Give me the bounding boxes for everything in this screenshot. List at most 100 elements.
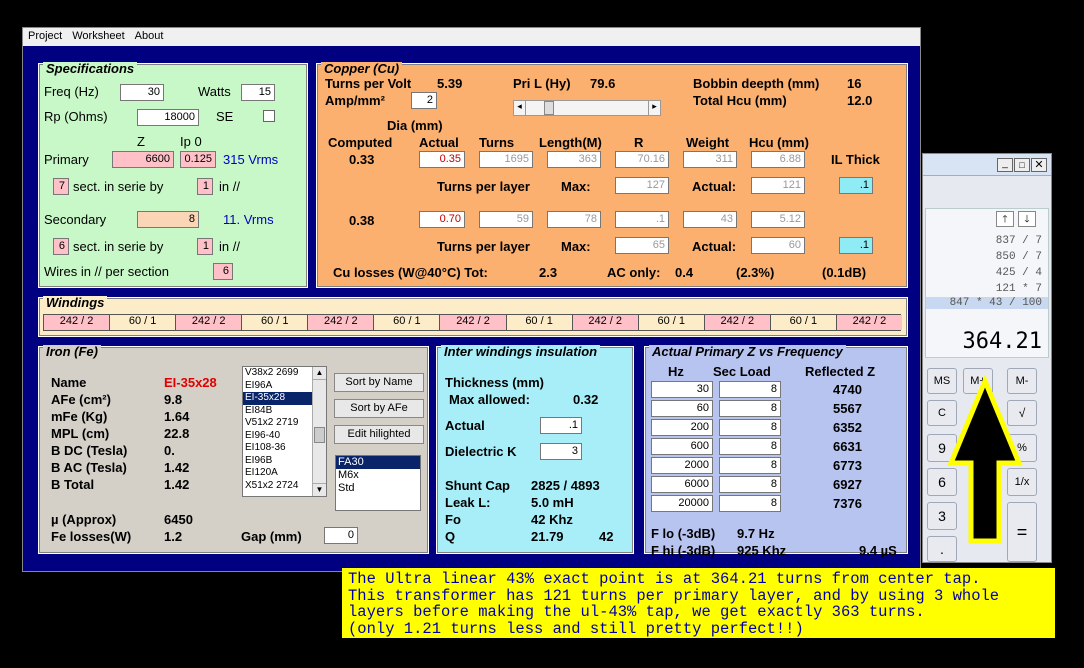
iron-bac-label: B AC (Tesla) (51, 460, 127, 475)
winding-cell[interactable]: 60 / 1 (242, 315, 309, 330)
iron-mpl-value: 22.8 (164, 426, 190, 441)
winding-cell[interactable]: 242 / 2 (44, 315, 111, 330)
material-item[interactable]: M6x (336, 469, 420, 482)
note-line: The Ultra linear 43% exact point is at 3… (348, 570, 981, 588)
primary-par-field[interactable]: 1 (197, 178, 213, 195)
history-item[interactable]: 837 / 7 (996, 235, 1042, 247)
load-field[interactable]: 8 (719, 495, 781, 512)
ac-pct: (2.3%) (736, 265, 775, 280)
history-item[interactable]: 425 / 4 (996, 267, 1042, 279)
minimize-icon[interactable]: _ (997, 158, 1013, 172)
amp-label: Amp/mm² (325, 93, 385, 108)
arrow-down-icon[interactable]: 🡓 (1018, 211, 1036, 227)
ip0-label: Ip 0 (180, 134, 202, 149)
hz-field[interactable]: 2000 (651, 457, 713, 474)
reflected-z: 6352 (833, 420, 862, 435)
load-field[interactable]: 8 (719, 400, 781, 417)
menu-about[interactable]: About (130, 28, 169, 44)
hz-field[interactable]: 30 (651, 381, 713, 398)
pril-slider[interactable]: ◂ ▸ (513, 100, 661, 116)
rise-value: 9.4 µS (859, 543, 897, 558)
winding-cell[interactable]: 60 / 1 (374, 315, 441, 330)
z-frequency-panel: Actual Primary Z vs Frequency Hz Sec Loa… (644, 345, 908, 558)
secondary-par-field[interactable]: 1 (197, 238, 213, 255)
hcu-value: 12.0 (847, 93, 873, 108)
material-item-selected[interactable]: FA30 (336, 456, 420, 469)
arrow-left-icon[interactable]: ◂ (514, 101, 526, 115)
menu-project[interactable]: Project (23, 28, 67, 44)
load-field[interactable]: 8 (719, 476, 781, 493)
close-icon[interactable]: ✕ (1031, 158, 1047, 172)
primary-ip0-field: 0.125 (180, 151, 216, 168)
turns-label: Turns (479, 135, 515, 150)
sec-load-label: Sec Load (713, 364, 771, 379)
actual-1-field[interactable]: 0.35 (419, 151, 465, 168)
arrow-up-icon[interactable]: ▲ (313, 367, 326, 380)
edit-hilighted-button[interactable]: Edit hilighted (334, 425, 424, 444)
dk-field[interactable]: 3 (540, 443, 582, 460)
scroll-thumb[interactable] (314, 427, 325, 443)
hcu-1-field: 6.88 (751, 151, 805, 168)
panel-title: Copper (Cu) (321, 62, 403, 76)
history-item-selected[interactable]: 847 * 43 / 100 (926, 297, 1048, 309)
material-item[interactable]: Std (336, 482, 420, 495)
rp-field[interactable]: 18000 (137, 109, 199, 126)
gap-field[interactable]: 0 (324, 527, 358, 544)
winding-cell[interactable]: 242 / 2 (572, 315, 639, 330)
sect-label: sect. in serie by (73, 239, 164, 254)
il-2-field[interactable]: .1 (839, 237, 873, 254)
wires-field[interactable]: 6 (213, 263, 233, 280)
history-item[interactable]: 850 / 7 (996, 251, 1042, 263)
hz-field[interactable]: 6000 (651, 476, 713, 493)
winding-cell[interactable]: 60 / 1 (770, 315, 837, 330)
secondary-sect-field[interactable]: 6 (53, 238, 69, 255)
secondary-vrms: 11. Vrms (223, 212, 274, 227)
winding-cell[interactable]: 242 / 2 (836, 315, 903, 330)
winding-cell[interactable]: 242 / 2 (176, 315, 243, 330)
slider-thumb[interactable] (544, 101, 554, 115)
load-field[interactable]: 8 (719, 438, 781, 455)
ins-actual-field[interactable]: .1 (540, 417, 582, 434)
panel-title: Windings (43, 296, 108, 310)
hz-field[interactable]: 20000 (651, 495, 713, 512)
secondary-z-field[interactable]: 8 (137, 211, 199, 228)
load-field[interactable]: 8 (719, 457, 781, 474)
menu-worksheet[interactable]: Worksheet (67, 28, 129, 44)
primary-z-field[interactable]: 6600 (112, 151, 174, 168)
freq-field[interactable]: 30 (120, 84, 164, 101)
sort-by-afe-button[interactable]: Sort by AFe (334, 399, 424, 418)
winding-cell[interactable]: 60 / 1 (638, 315, 705, 330)
winding-cell[interactable]: 60 / 1 (506, 315, 573, 330)
winding-cell[interactable]: 242 / 2 (704, 315, 771, 330)
turns-2-field: 59 (479, 211, 533, 228)
tpv-value: 5.39 (437, 76, 463, 91)
il-1-field[interactable]: .1 (839, 177, 873, 194)
actual-2-field[interactable]: 0.70 (419, 211, 465, 228)
material-list[interactable]: FA30 M6x Std (335, 455, 421, 511)
arrow-up-icon[interactable]: 🡑 (996, 211, 1014, 227)
arrow-down-icon[interactable]: ▼ (313, 483, 326, 496)
se-checkbox[interactable] (263, 110, 275, 122)
load-field[interactable]: 8 (719, 381, 781, 398)
winding-cell[interactable]: 242 / 2 (440, 315, 507, 330)
hz-field[interactable]: 60 (651, 400, 713, 417)
history-item[interactable]: 121 * 7 (996, 283, 1042, 295)
list-scrollbar[interactable]: ▲ ▼ (312, 367, 326, 496)
watts-field[interactable]: 15 (241, 84, 275, 101)
core-list[interactable]: V38x2 2699 EI96A EI-35x28 EI84B V51x2 27… (242, 366, 327, 497)
hz-field[interactable]: 200 (651, 419, 713, 436)
hcumm-label: Hcu (mm) (749, 135, 809, 150)
primary-sect-field[interactable]: 7 (53, 178, 69, 195)
freq-label: Freq (Hz) (44, 84, 99, 99)
losses-tot: 2.3 (539, 265, 558, 280)
sort-by-name-button[interactable]: Sort by Name (334, 373, 424, 392)
maximize-icon[interactable]: □ (1014, 158, 1030, 172)
winding-cell[interactable]: 60 / 1 (110, 315, 177, 330)
hz-field[interactable]: 600 (651, 438, 713, 455)
winding-cell[interactable]: 242 / 2 (308, 315, 375, 330)
primary-vrms: 315 Vrms (223, 152, 279, 167)
arrow-right-icon[interactable]: ▸ (648, 101, 660, 115)
load-field[interactable]: 8 (719, 419, 781, 436)
iron-name-label: Name (51, 375, 87, 390)
amp-field[interactable]: 2 (411, 92, 437, 109)
